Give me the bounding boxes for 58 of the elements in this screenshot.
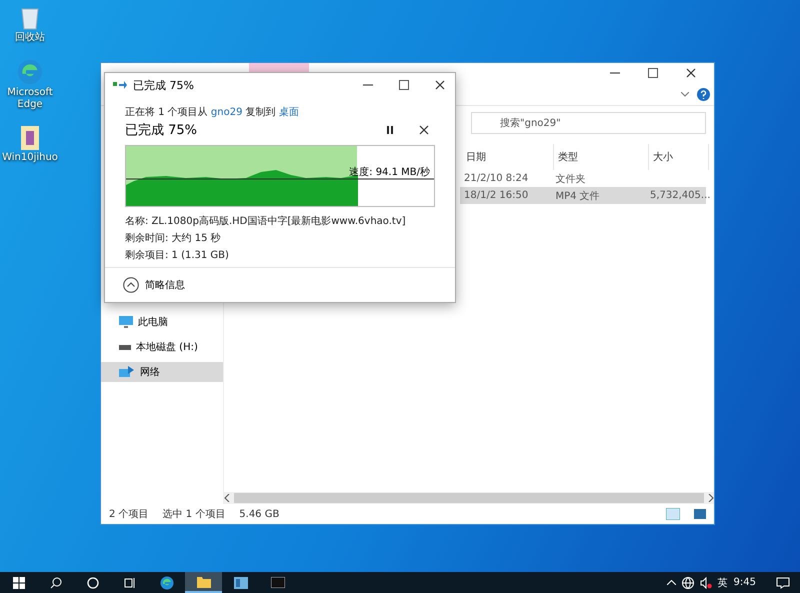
volume-muted-icon[interactable] — [700, 576, 712, 588]
status-text: 选中 1 个项目 — [162, 508, 226, 521]
globe-icon[interactable] — [682, 576, 694, 588]
target-link[interactable]: 桌面 — [278, 107, 299, 118]
file-row[interactable]: 21/2/10 8:24 文件夹 — [460, 170, 706, 187]
dialog-title: 已完成 75% — [133, 78, 194, 92]
sidebar-item[interactable]: 本地磁盘 (H:) — [101, 337, 223, 357]
status-text: 5.46 GB — [239, 508, 280, 520]
chevron-up-icon[interactable] — [666, 580, 676, 585]
task-view-icon — [124, 576, 136, 588]
close-icon — [686, 68, 696, 78]
monitor-icon — [119, 316, 133, 328]
minimize-icon — [610, 72, 620, 74]
detail-text: 名称: ZL.1080p高码版.HD国语中字[最新电影www.6vhao.tv] — [125, 214, 407, 228]
document-icon — [21, 126, 39, 150]
copy-icon — [113, 80, 127, 90]
chevron-down-icon[interactable] — [681, 92, 689, 96]
clock-time[interactable]: 9:45 — [734, 577, 756, 588]
terminal-icon — [270, 577, 284, 588]
column-header[interactable]: 大小 — [649, 144, 709, 170]
search-field[interactable]: 搜索"gno29" — [471, 112, 706, 134]
network-icon — [119, 366, 135, 378]
window-app-icon — [234, 576, 248, 588]
copy-description: 正在将 1 个项目从 gno29 复制到 桌面 — [125, 106, 300, 119]
scrollbar-thumb[interactable] — [234, 493, 704, 503]
pause-icon — [387, 126, 393, 134]
maximize-icon — [648, 68, 658, 78]
recycle-bin-icon — [20, 6, 40, 30]
help-icon[interactable] — [697, 88, 710, 100]
input-language[interactable]: 英 — [718, 576, 728, 590]
taskbar-app[interactable] — [185, 572, 222, 593]
sidebar-item[interactable]: 网络 — [101, 362, 223, 382]
column-header[interactable]: 日期 — [462, 144, 554, 170]
column-header[interactable]: 类型 — [554, 144, 649, 170]
close-icon — [435, 80, 445, 90]
close-icon — [419, 125, 429, 135]
thumbnail-view-icon[interactable] — [694, 509, 706, 519]
folder-icon — [196, 576, 210, 588]
drive-icon — [119, 344, 131, 350]
speed-label: 速度: 94.1 MB/秒 — [349, 166, 430, 179]
notification-icon[interactable] — [776, 576, 790, 588]
source-link[interactable]: gno29 — [210, 107, 242, 118]
status-text: 2 个项目 — [109, 508, 149, 521]
progress-heading: 已完成 75% — [125, 122, 198, 139]
scroll-left-icon[interactable] — [224, 494, 230, 502]
minimize-icon — [363, 84, 373, 86]
chevron-up-icon — [123, 277, 139, 293]
detail-text: 剩余时间: 大约 15 秒 — [125, 232, 222, 245]
edge-icon — [17, 58, 43, 84]
less-details-button[interactable]: 简略信息 — [123, 277, 185, 293]
detail-text: 剩余项目: 1 (1.31 GB) — [125, 249, 230, 262]
sidebar-item[interactable]: 此电脑 — [101, 312, 223, 332]
edge-icon — [160, 576, 174, 590]
circle-icon — [86, 576, 98, 588]
scroll-right-icon[interactable] — [708, 494, 714, 502]
windows-icon — [12, 576, 24, 588]
maximize-icon — [399, 80, 409, 90]
search-icon — [50, 576, 62, 588]
